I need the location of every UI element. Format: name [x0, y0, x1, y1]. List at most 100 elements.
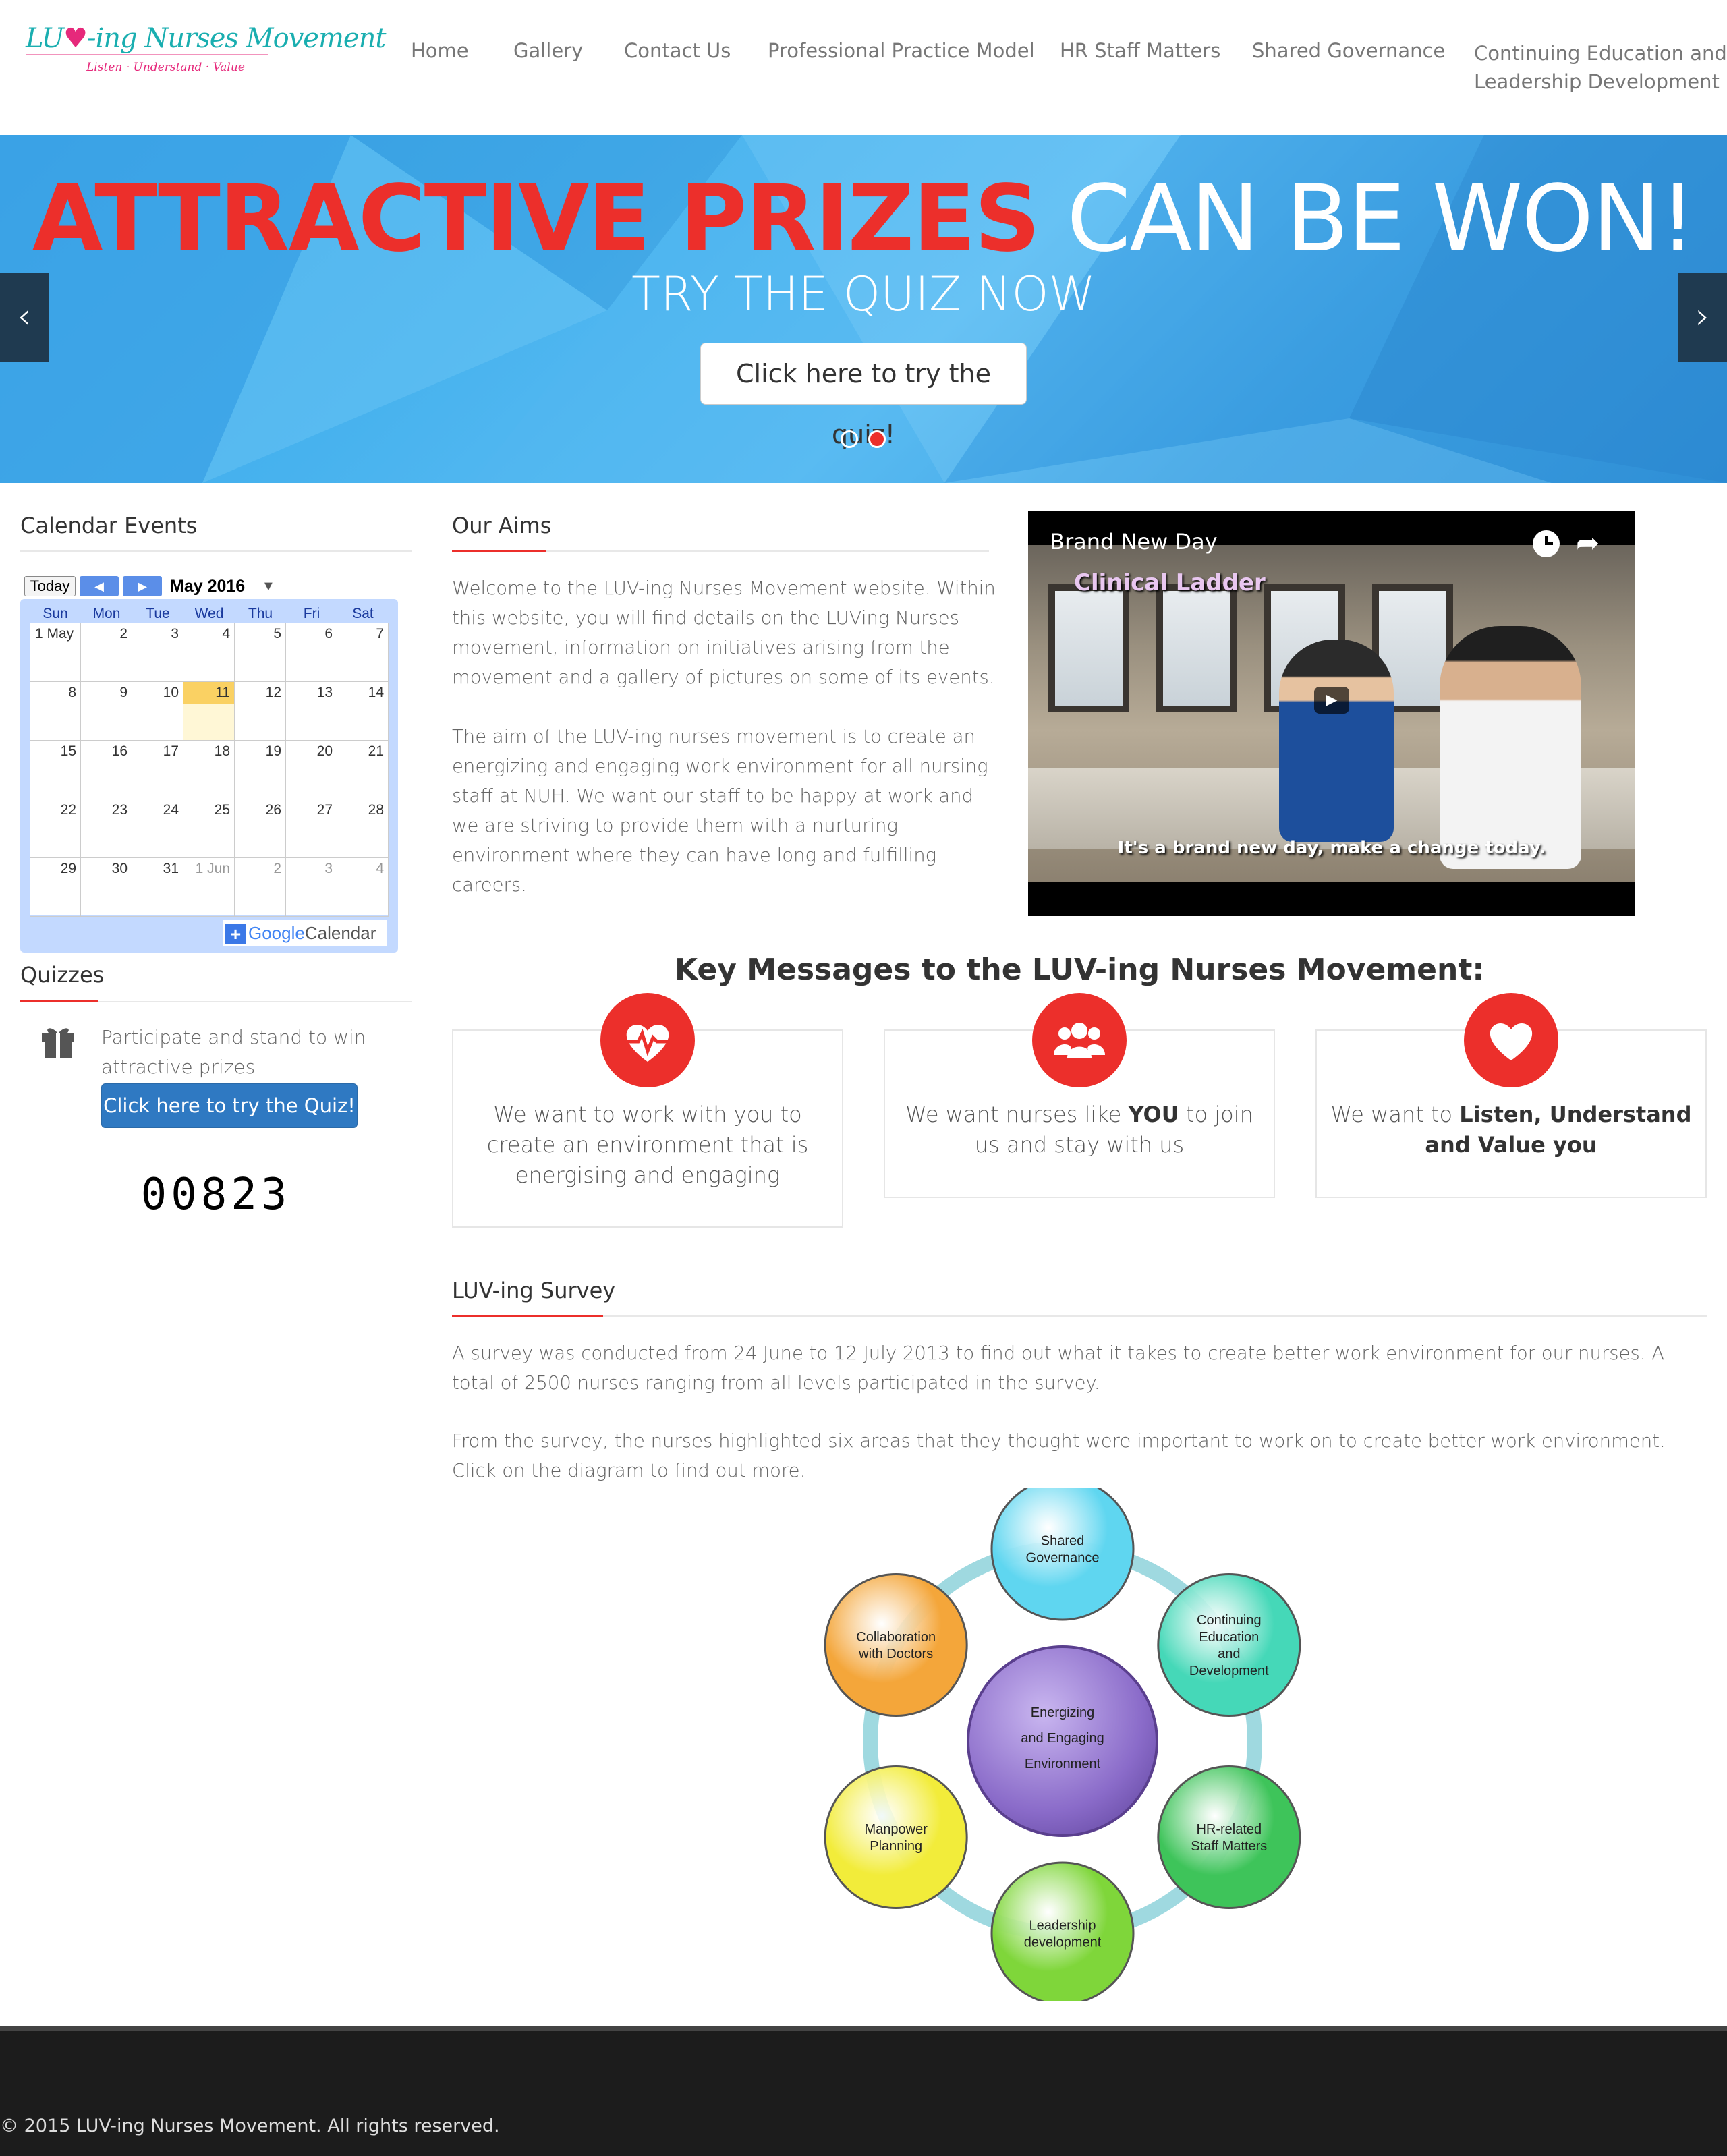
chevron-right-icon: › — [1695, 295, 1710, 337]
diagram-node-label: Planning — [870, 1839, 922, 1854]
calendar-day-number: 19 — [265, 743, 281, 759]
diagram-node-label: Manpower — [864, 1822, 928, 1837]
diagram-node[interactable] — [824, 1573, 968, 1717]
diagram-node[interactable] — [1157, 1573, 1301, 1717]
calendar-day[interactable]: 12 — [235, 682, 286, 741]
calendar-day[interactable]: 27 — [286, 799, 337, 858]
nav-contact-us[interactable]: Contact Us — [624, 39, 731, 62]
calendar-day[interactable]: 23 — [81, 799, 132, 858]
calendar-day[interactable]: 5 — [235, 623, 286, 682]
diagram-node[interactable] — [824, 1765, 968, 1909]
key-message-text-1: We want to work with you to create an en… — [486, 1102, 809, 1188]
calendar-day[interactable]: 10 — [132, 682, 183, 741]
carousel-next-button[interactable]: › — [1678, 273, 1727, 362]
calendar-day[interactable]: 24 — [132, 799, 183, 858]
calendar-day[interactable]: 4 — [183, 623, 235, 682]
calendar-day[interactable]: 6 — [286, 623, 337, 682]
nav-continuing-education[interactable]: Continuing Education and Leadership Deve… — [1474, 39, 1727, 96]
calendar-day-number: 5 — [273, 626, 281, 642]
hero-title-white: CAN BE WON! — [1067, 166, 1696, 273]
calendar-day[interactable]: 17 — [132, 741, 183, 799]
watch-later-icon[interactable] — [1533, 530, 1560, 557]
video-player[interactable]: Brand New Day Clinical Ladder ▶ ➦ It's a… — [1028, 511, 1635, 916]
video-overlay-text: Clinical Ladder — [1074, 569, 1266, 596]
nav-professional-practice-model[interactable]: Professional Practice Model — [768, 39, 1035, 62]
calendar-day[interactable]: 16 — [81, 741, 132, 799]
logo-text: LU♥-ing Nurses Movement — [26, 23, 386, 54]
calendar-month-dropdown[interactable]: ▼ — [262, 579, 275, 594]
calendar-day[interactable]: 30 — [81, 858, 132, 917]
calendar-day[interactable]: 21 — [337, 741, 389, 799]
sidebar-quiz-button[interactable]: Click here to try the Quiz! — [101, 1083, 358, 1128]
hero-quiz-button[interactable]: Click here to try the quiz! — [700, 343, 1027, 449]
survey-diagram[interactable]: Energizing and Engaging Environment Shared G… — [810, 1488, 1349, 2001]
calendar-day[interactable]: 26 — [235, 799, 286, 858]
calendar-day[interactable]: 25 — [183, 799, 235, 858]
footer-copyright: © 2015 LUV-ing Nurses Movement. All righ… — [0, 2116, 500, 2136]
calendar-heading-rule — [20, 550, 412, 552]
logo-underline — [26, 54, 268, 55]
hero-title-red: ATTRACTIVE PRIZES — [32, 166, 1040, 273]
calendar-day[interactable]: 13 — [286, 682, 337, 741]
calendar-day-number: 1 Jun — [195, 861, 230, 876]
calendar-day[interactable]: 3 — [132, 623, 183, 682]
nav-continuing-education-line2: Leadership Development — [1474, 70, 1720, 93]
diagram-node-label: Continuing — [1197, 1613, 1262, 1628]
calendar-day[interactable]: 2 — [235, 858, 286, 917]
calendar-day[interactable]: 31 — [132, 858, 183, 917]
calendar-day[interactable]: 3 — [286, 858, 337, 917]
calendar-prev-button[interactable]: ◀ — [80, 576, 119, 596]
calendar-day[interactable]: 28 — [337, 799, 389, 858]
heart-icon-glyph — [1490, 1023, 1533, 1060]
calendar-day[interactable]: 9 — [81, 682, 132, 741]
nav-home[interactable]: Home — [411, 39, 469, 62]
our-aims-heading: Our Aims — [452, 513, 552, 538]
calendar-day[interactable]: 11 — [183, 682, 235, 741]
carousel-dot-1[interactable] — [841, 430, 858, 448]
calendar-day-number: 11 — [183, 682, 234, 704]
play-icon[interactable]: ▶ — [1314, 687, 1349, 714]
carousel-dot-2[interactable] — [868, 430, 886, 448]
video-title[interactable]: Brand New Day — [1050, 529, 1218, 555]
site-logo[interactable]: LU♥-ing Nurses Movement Listen · Underst… — [26, 23, 386, 77]
calendar-day-number: 8 — [68, 685, 76, 700]
calendar-day[interactable]: 14 — [337, 682, 389, 741]
calendar-day-number: 4 — [376, 861, 384, 876]
key-message-text-2: We want nurses like YOU to join us and s… — [897, 1100, 1262, 1160]
calendar-month-label: May 2016 — [170, 577, 246, 596]
calendar-day[interactable]: 7 — [337, 623, 389, 682]
logo-tagline: Listen · Understand · Value — [86, 61, 245, 74]
calendar-day[interactable]: 29 — [30, 858, 81, 917]
our-aims-accent — [452, 550, 546, 552]
share-icon[interactable]: ➦ — [1576, 526, 1599, 559]
calendar-day[interactable]: 19 — [235, 741, 286, 799]
nav-hr-staff-matters[interactable]: HR Staff Matters — [1060, 39, 1220, 62]
diagram-center-label: Environment — [1025, 1757, 1101, 1771]
nav-continuing-education-line1: Continuing Education and — [1474, 42, 1727, 65]
diagram-node-label: Education — [1199, 1630, 1259, 1645]
survey-heading: LUV-ing Survey — [452, 1278, 616, 1303]
google-calendar-link[interactable]: + GoogleCalendar — [223, 920, 387, 946]
calendar-day[interactable]: 4 — [337, 858, 389, 917]
calendar-next-button[interactable]: ▶ — [123, 576, 162, 596]
video-scene-window — [1048, 584, 1129, 712]
nav-shared-governance[interactable]: Shared Governance — [1252, 39, 1445, 62]
diagram-node[interactable] — [1157, 1765, 1301, 1909]
calendar-day[interactable]: 20 — [286, 741, 337, 799]
hero-title: ATTRACTIVE PRIZES CAN BE WON! — [0, 169, 1727, 270]
nav-gallery[interactable]: Gallery — [513, 39, 583, 62]
carousel-prev-button[interactable]: ‹ — [0, 273, 49, 362]
calendar-day[interactable]: 8 — [30, 682, 81, 741]
calendar-day-number: 29 — [60, 861, 76, 876]
calendar-day[interactable]: 1 May — [30, 623, 81, 682]
calendar-day[interactable]: 15 — [30, 741, 81, 799]
diagram-center-label: Energizing — [1031, 1705, 1095, 1720]
calendar-day-number: 2 — [273, 861, 281, 876]
users-icon-glyph — [1054, 1023, 1105, 1058]
calendar-today-button[interactable]: Today — [24, 576, 76, 596]
triangle-right-icon: ▶ — [138, 579, 147, 593]
calendar-day[interactable]: 2 — [81, 623, 132, 682]
calendar-day[interactable]: 1 Jun — [183, 858, 235, 917]
calendar-day[interactable]: 22 — [30, 799, 81, 858]
calendar-day[interactable]: 18 — [183, 741, 235, 799]
